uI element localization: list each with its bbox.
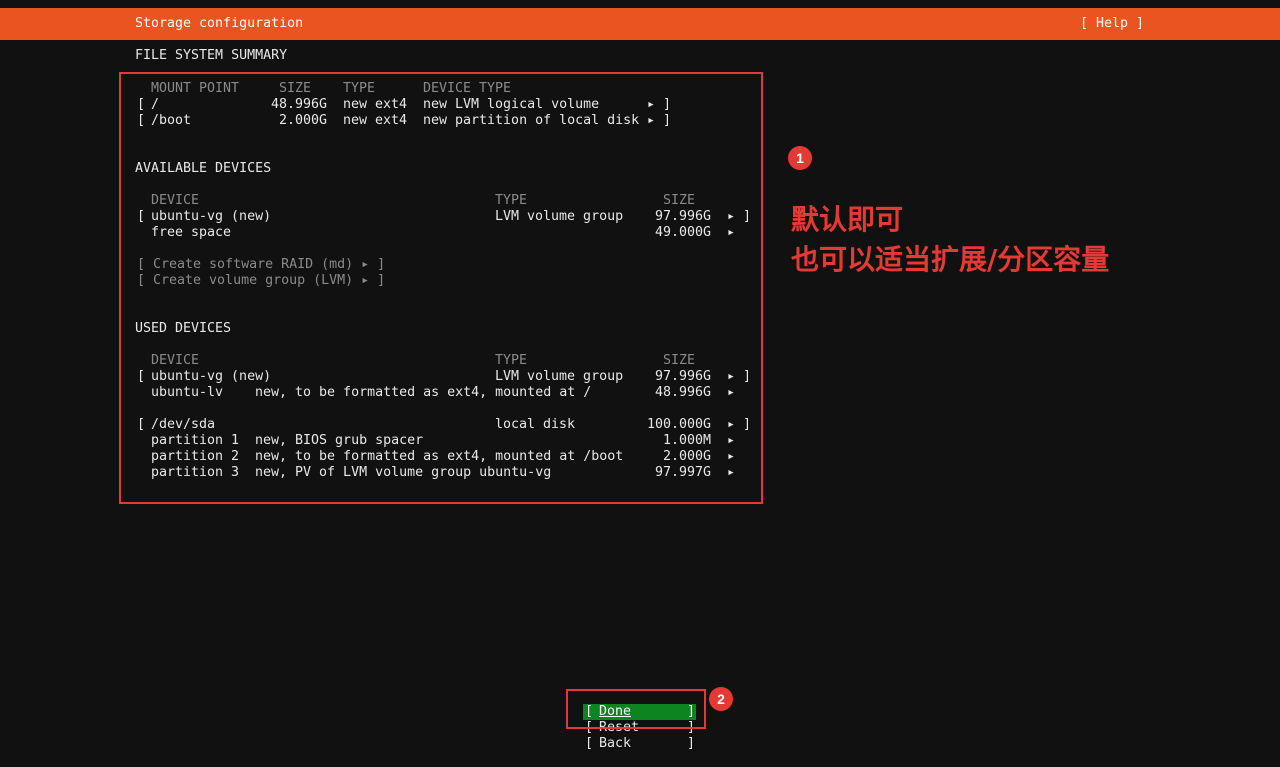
annotation-note-line2: 也可以适当扩展/分区容量 — [791, 243, 1110, 276]
bracket-close: ] — [687, 736, 696, 751]
annotation-box-done — [566, 689, 706, 729]
page-title: Storage configuration — [135, 16, 304, 31]
header-bar: Storage configuration [ Help ] — [0, 8, 1280, 40]
bracket-open: [ — [585, 736, 594, 751]
annotation-badge-1: 1 — [788, 146, 812, 170]
help-button[interactable]: [ Help ] — [1080, 16, 1144, 32]
annotation-note-line1: 默认即可 — [791, 203, 904, 236]
annotation-box-storage — [119, 72, 763, 504]
fs-summary-heading: FILE SYSTEM SUMMARY — [135, 48, 288, 63]
annotation-badge-2: 2 — [709, 687, 733, 711]
back-label: Back — [599, 736, 632, 751]
